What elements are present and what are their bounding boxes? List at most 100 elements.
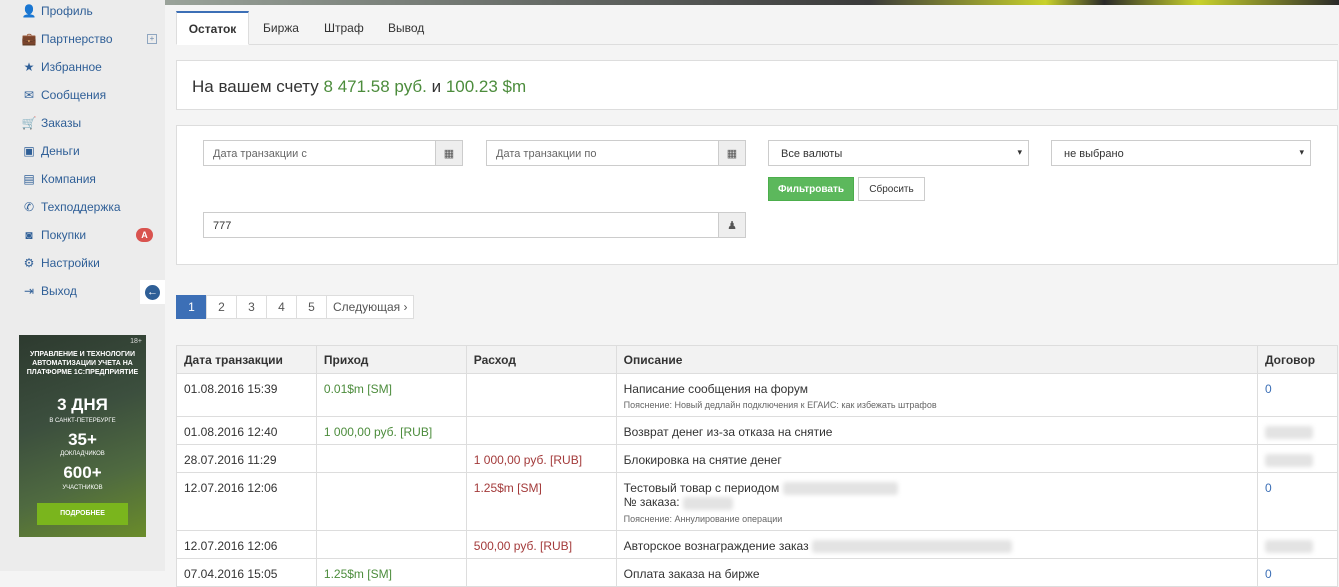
tab-fine[interactable]: Штраф bbox=[324, 11, 364, 44]
redacted-text bbox=[682, 496, 733, 510]
shopping-bag-icon: ◙ bbox=[25, 228, 33, 242]
ad-participants-label: УЧАСТНИКОВ bbox=[62, 485, 103, 491]
header-description: Описание bbox=[615, 345, 1258, 374]
date-to-placeholder: Дата транзакции по bbox=[496, 148, 597, 160]
sidebar-item-settings[interactable]: ⚙ Настройки bbox=[0, 249, 165, 277]
page-4[interactable]: 4 bbox=[266, 295, 297, 319]
star-icon: ★ bbox=[23, 60, 35, 74]
user-input[interactable]: 777 ♟ bbox=[203, 212, 746, 238]
ad-headline: УПРАВЛЕНИЕ И ТЕХНОЛОГИИ АВТОМАТИЗАЦИИ УЧ… bbox=[26, 351, 139, 376]
tabs-bar: Остаток Биржа Штраф Вывод bbox=[176, 11, 1338, 45]
type-select[interactable]: не выбрано ▾ bbox=[1051, 140, 1311, 166]
ad-age-rating: 18+ bbox=[130, 338, 142, 345]
sidebar-collapse-button[interactable]: ← bbox=[140, 280, 165, 304]
cell-income: 1.25$m [SM] bbox=[315, 558, 467, 587]
ad-banner[interactable]: 18+ УПРАВЛЕНИЕ И ТЕХНОЛОГИИ АВТОМАТИЗАЦИ… bbox=[19, 335, 146, 537]
tab-withdraw[interactable]: Вывод bbox=[388, 11, 424, 44]
gear-icon: ⚙ bbox=[23, 256, 35, 270]
redacted-contract bbox=[1264, 454, 1313, 468]
cell-expense: 500,00 руб. [RUB] bbox=[465, 530, 617, 559]
reset-button[interactable]: Сбросить bbox=[858, 177, 925, 201]
tab-balance[interactable]: Остаток bbox=[176, 11, 249, 45]
balance-rub: 8 471.58 руб. bbox=[323, 77, 427, 96]
cell-income bbox=[315, 530, 467, 559]
header-contract: Договор bbox=[1256, 345, 1339, 374]
next-page[interactable]: Следующая › bbox=[326, 295, 415, 319]
header-income: Приход bbox=[315, 345, 467, 374]
caret-down-icon: ▾ bbox=[1017, 147, 1022, 157]
cell-description: Блокировка на снятие денег bbox=[615, 444, 1258, 473]
cell-description: Оплата заказа на бирже bbox=[615, 558, 1258, 587]
sidebar-item-label: Покупки bbox=[41, 228, 87, 242]
table-row: 07.04.2016 15:05 1.25$m [SM] Оплата зака… bbox=[176, 558, 1339, 587]
cell-contract-link[interactable]: 0 bbox=[1256, 472, 1339, 531]
calendar-icon[interactable]: ▦ bbox=[718, 141, 745, 165]
page-2[interactable]: 2 bbox=[206, 295, 237, 319]
cell-expense bbox=[465, 373, 617, 417]
expand-icon[interactable]: + bbox=[147, 34, 157, 44]
sidebar-item-support[interactable]: ✆ Техподдержка bbox=[0, 193, 165, 221]
page-1[interactable]: 1 bbox=[176, 295, 207, 319]
sidebar-item-favorites[interactable]: ★ Избранное bbox=[0, 53, 165, 81]
sidebar: 👤 Профиль 💼 Партнерство + ★ Избранное ✉ Сообщ… bbox=[0, 0, 165, 571]
cell-date: 28.07.2016 11:29 bbox=[176, 444, 317, 473]
description-text: Написание сообщения на форум bbox=[623, 382, 808, 396]
user-input-value: 777 bbox=[213, 220, 232, 232]
sidebar-item-label: Техподдержка bbox=[41, 200, 121, 214]
filter-button[interactable]: Фильтровать bbox=[768, 177, 854, 201]
tab-exchange[interactable]: Биржа bbox=[263, 11, 299, 44]
sidebar-item-purchases[interactable]: ◙ Покупки A bbox=[0, 221, 165, 249]
page-3[interactable]: 3 bbox=[236, 295, 267, 319]
date-from-placeholder: Дата транзакции с bbox=[213, 148, 307, 160]
ad-days: 3 ДНЯ bbox=[57, 395, 108, 414]
table-row: 28.07.2016 11:29 1 000,00 руб. [RUB] Бло… bbox=[176, 444, 1339, 473]
ad-city: В САНКТ-ПЕТЕРБУРГЕ bbox=[49, 418, 116, 424]
user-icon[interactable]: ♟ bbox=[718, 213, 745, 237]
cell-date: 01.08.2016 12:40 bbox=[176, 416, 317, 445]
sidebar-item-money[interactable]: ▣ Деньги bbox=[0, 137, 165, 165]
table-row: 01.08.2016 12:40 1 000,00 руб. [RUB] Воз… bbox=[176, 416, 1339, 445]
sidebar-item-label: Заказы bbox=[41, 116, 82, 130]
page-5[interactable]: 5 bbox=[296, 295, 327, 319]
cell-income bbox=[315, 472, 467, 531]
description-text: Авторское вознаграждение заказ bbox=[623, 539, 809, 553]
ad-participants-number: 600+ bbox=[63, 463, 102, 482]
balance-panel: На вашем счету 8 471.58 руб. и 100.23 $m bbox=[176, 60, 1338, 110]
ad-speakers-number: 35+ bbox=[68, 430, 97, 449]
top-banner-strip bbox=[165, 0, 1339, 5]
date-from-input[interactable]: Дата транзакции с ▦ bbox=[203, 140, 463, 166]
balance-sm: 100.23 $m bbox=[445, 77, 527, 96]
notification-badge: A bbox=[136, 228, 153, 242]
description-note: Пояснение: Новый дедлайн подключения к Е… bbox=[623, 400, 937, 410]
sidebar-item-label: Партнерство bbox=[41, 32, 113, 46]
building-icon: ▤ bbox=[23, 172, 35, 186]
calendar-icon[interactable]: ▦ bbox=[435, 141, 462, 165]
phone-icon: ✆ bbox=[23, 200, 35, 214]
cell-date: 12.07.2016 12:06 bbox=[176, 472, 317, 531]
order-number-label: № заказа: bbox=[623, 495, 680, 510]
sidebar-item-company[interactable]: ▤ Компания bbox=[0, 165, 165, 193]
cell-date: 12.07.2016 12:06 bbox=[176, 530, 317, 559]
cell-date: 07.04.2016 15:05 bbox=[176, 558, 317, 587]
cell-contract-link[interactable]: 0 bbox=[1256, 373, 1339, 417]
transactions-table: Дата транзакции Приход Расход Описание Д… bbox=[176, 345, 1339, 587]
sidebar-item-partnership[interactable]: 💼 Партнерство + bbox=[0, 25, 165, 53]
user-icon: 👤 bbox=[21, 4, 37, 18]
header-expense: Расход bbox=[465, 345, 617, 374]
cell-contract bbox=[1256, 416, 1339, 445]
sidebar-item-messages[interactable]: ✉ Сообщения bbox=[0, 81, 165, 109]
description-note: Пояснение: Аннулирование операции bbox=[623, 513, 783, 524]
date-to-input[interactable]: Дата транзакции по ▦ bbox=[486, 140, 746, 166]
sidebar-item-label: Выход bbox=[41, 284, 77, 298]
currency-select[interactable]: Все валюты ▾ bbox=[768, 140, 1029, 166]
sidebar-item-label: Сообщения bbox=[41, 88, 107, 102]
caret-down-icon: ▾ bbox=[1299, 147, 1304, 157]
sidebar-item-orders[interactable]: 🛒 Заказы bbox=[0, 109, 165, 137]
sidebar-item-profile[interactable]: 👤 Профиль bbox=[0, 0, 165, 25]
ad-more-button[interactable]: ПОДРОБНЕЕ bbox=[37, 503, 128, 525]
balance-prefix: На вашем счету bbox=[192, 77, 319, 96]
table-header-row: Дата транзакции Приход Расход Описание Д… bbox=[176, 345, 1339, 374]
cell-contract-link[interactable]: 0 bbox=[1256, 558, 1339, 587]
cell-income: 1 000,00 руб. [RUB] bbox=[315, 416, 467, 445]
cell-description: Тестовый товар с периодом № заказа: Пояс… bbox=[615, 472, 1258, 531]
